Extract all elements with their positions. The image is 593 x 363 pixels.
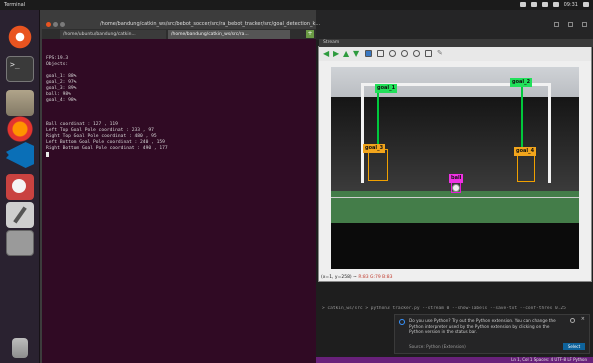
vscode-icon[interactable]	[6, 142, 34, 168]
terminal-window: /home/bandung/catkin_ws/src/bebot_soccer…	[42, 20, 320, 363]
pixel-rgb: R:83 G:79 B:83	[358, 275, 393, 280]
goal-post-right	[548, 83, 551, 183]
arrow-left-icon[interactable]: ◀	[323, 50, 330, 58]
cursor-position: (x=1, y=258) ~	[321, 275, 357, 280]
terminal-tabbar: /home/ubuntu/bandung/catkin... /home/ban…	[42, 29, 316, 39]
arrow-up-icon[interactable]: ▲	[343, 50, 350, 58]
goal-post-left	[361, 83, 364, 183]
trash-icon[interactable]	[12, 338, 28, 358]
top-panel: Terminal 09:31	[0, 0, 593, 10]
integrated-terminal-line: > catkin_ws/src > python3 tracker.py --s…	[322, 306, 566, 311]
detection-box-goal-4: goal_4	[514, 147, 537, 182]
terminal-tab[interactable]: /home/ubuntu/bandung/catkin...	[60, 30, 166, 39]
gear-icon[interactable]	[570, 318, 575, 323]
detection-label: ball	[449, 174, 464, 183]
power-icon[interactable]	[583, 2, 589, 7]
detection-label: goal_1	[375, 84, 398, 93]
terminal-line	[46, 152, 312, 158]
detection-box-goal-2: goal_2	[510, 78, 533, 151]
minimize-icon[interactable]	[554, 22, 559, 27]
close-icon[interactable]	[582, 22, 587, 27]
system-tray: 09:31	[519, 0, 589, 10]
detection-label: goal_2	[510, 78, 533, 87]
vscode-titlebar	[316, 10, 593, 40]
viewer-title: Stream	[319, 39, 593, 47]
status-text[interactable]: Ln 1, Col 1 Spaces: 4 UTF-8 LF Python	[511, 357, 587, 363]
terminal-output[interactable]: FPS:19.3 Objects: goal_1: 88% goal_2: 97…	[46, 56, 312, 158]
camera-frame[interactable]: goal_1 goal_2 goal_3 goal_4 ball	[331, 67, 579, 269]
terminal-titlebar: /home/bandung/catkin_ws/src/bebot_soccer…	[42, 20, 320, 29]
arrow-down-icon[interactable]: ▼	[353, 50, 360, 58]
minimize-icon[interactable]	[53, 22, 58, 27]
terminal-icon[interactable]	[6, 56, 34, 82]
detection-box-ball: ball	[449, 174, 464, 193]
viewer-status: (x=1, y=258) ~ R:83 G:79 B:83	[321, 275, 393, 280]
zoom-reset-icon[interactable]	[425, 50, 432, 57]
status-bar: Ln 1, Col 1 Spaces: 4 UTF-8 LF Python	[316, 357, 593, 363]
ubuntu-search-icon[interactable]	[6, 24, 34, 50]
maximize-icon[interactable]	[60, 22, 65, 27]
zoom-out-icon[interactable]	[401, 50, 408, 57]
zoom-in-icon[interactable]	[389, 50, 396, 57]
clock[interactable]: 09:31	[564, 0, 578, 10]
terminal-tab-active[interactable]: /home/bandung/catkin_ws/src/ra...	[168, 30, 290, 39]
disk-icon[interactable]	[6, 230, 34, 256]
app-icon[interactable]	[6, 174, 34, 200]
info-icon	[399, 319, 405, 325]
detection-label: goal_4	[514, 147, 537, 156]
files-icon[interactable]	[6, 90, 34, 116]
network-icon[interactable]	[519, 2, 526, 7]
close-icon[interactable]	[46, 22, 51, 27]
detection-box-goal-3: goal_3	[363, 144, 388, 181]
properties-icon[interactable]	[377, 50, 384, 57]
tool-icon[interactable]	[6, 202, 34, 228]
bluetooth-icon[interactable]	[541, 2, 548, 7]
desktop: Terminal 09:31 > catkin_ws/src > python3…	[0, 0, 593, 363]
notification-action-button[interactable]: Select	[563, 343, 585, 350]
zoom-fit-icon[interactable]	[413, 50, 420, 57]
notification-toast: Do you use Python? Try out the Python ex…	[394, 314, 590, 354]
arrow-right-icon[interactable]: ▶	[333, 50, 340, 58]
launcher-dock	[0, 10, 40, 363]
close-icon[interactable]: ×	[581, 316, 585, 322]
active-app-title: Terminal	[4, 2, 26, 8]
notification-message: Do you use Python? Try out the Python ex…	[409, 318, 556, 334]
pen-icon[interactable]: ✎	[437, 50, 444, 57]
pitch-floor	[331, 191, 579, 223]
field-line	[331, 197, 579, 198]
save-icon[interactable]	[365, 50, 372, 57]
detection-label: goal_3	[363, 144, 386, 153]
text-cursor	[46, 152, 49, 157]
image-viewer-window: Stream ◀ ▶ ▲ ▼ ✎ goal_1 goal_2 goal_3 go…	[318, 39, 593, 282]
black-region	[331, 223, 579, 269]
new-tab-button[interactable]: +	[306, 30, 314, 38]
volume-icon[interactable]	[552, 2, 559, 7]
keyboard-icon[interactable]	[530, 2, 537, 7]
firefox-icon[interactable]	[6, 116, 34, 142]
viewer-toolbar: ◀ ▶ ▲ ▼ ✎	[319, 47, 591, 61]
maximize-icon[interactable]	[568, 22, 573, 27]
notification-source: Source: Python (Extension)	[409, 344, 466, 349]
terminal-title: /home/bandung/catkin_ws/src/bebot_soccer…	[100, 21, 321, 27]
